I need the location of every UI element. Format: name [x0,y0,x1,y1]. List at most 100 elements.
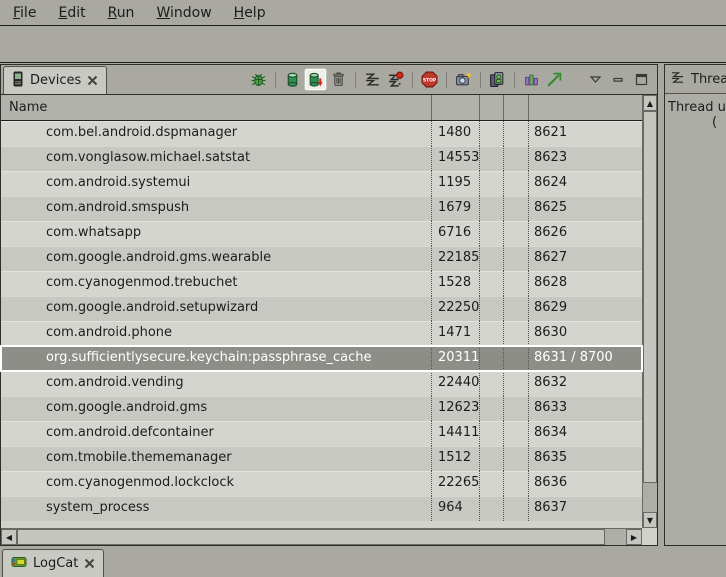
row-name: system_process [1,496,432,521]
profiling-bars-button[interactable] [521,69,542,90]
devices-toolbar: STOP [248,65,652,94]
row-port: 8628 [529,271,642,296]
scroll-left-button[interactable]: ◀ [1,529,17,545]
table-row[interactable]: com.android.vending224408632 [1,371,642,396]
row-name: com.bel.android.dspmanager [1,121,432,146]
screen-capture-button[interactable] [453,69,474,90]
row-name: com.tmobile.thememanager [1,446,432,471]
table-row[interactable]: com.google.android.gms126238633 [1,396,642,421]
row-port: 8637 [529,496,642,521]
menu-window[interactable]: Window [145,2,222,24]
tab-logcat-label: LogCat [33,556,78,571]
horizontal-scrollbar[interactable]: ◀ ▶ [1,528,642,545]
table-row[interactable]: com.bel.android.dspmanager14808621 [1,121,642,146]
start-tracing-button[interactable] [544,69,565,90]
cause-gc-button[interactable] [328,69,349,90]
menu-file-label: ile [20,5,36,21]
table-row[interactable]: com.google.android.gms.wearable221858627 [1,246,642,271]
stop-process-button[interactable]: STOP [419,69,440,90]
menu-help[interactable]: Help [223,2,277,24]
threads-panel: Threads Thread up ( [664,64,726,546]
table-row[interactable]: com.android.phone14718630 [1,321,642,346]
menu-file[interactable]: File [2,2,47,24]
view-menu-icon [589,73,602,86]
column-header-empty[interactable] [480,95,504,120]
menu-edit[interactable]: Edit [47,2,96,24]
row-empty-cell [480,421,504,446]
column-header-port[interactable] [529,95,642,120]
close-icon[interactable] [87,75,98,86]
table-row[interactable]: org.sufficientlysecure.keychain:passphra… [1,346,642,371]
update-threads-icon [364,71,381,88]
row-pid: 1480 [432,121,480,146]
vertical-scroll-thumb[interactable] [643,111,657,483]
row-empty-cell [504,246,529,271]
table-row[interactable]: com.google.android.setupwizard222508629 [1,296,642,321]
row-name: com.cyanogenmod.lockclock [1,471,432,496]
row-name: com.android.smspush [1,196,432,221]
table-header: Name [1,95,642,121]
row-empty-cell [504,221,529,246]
table-row[interactable]: com.android.defcontainer144118634 [1,421,642,446]
update-threads-button[interactable] [362,69,383,90]
scroll-up-button[interactable]: ▲ [643,95,657,111]
row-port: 8625 [529,196,642,221]
row-empty-cell [504,271,529,296]
row-empty-cell [480,271,504,296]
maximize-button[interactable] [631,69,652,90]
dump-hprof-button[interactable] [305,69,326,90]
row-empty-cell [480,496,504,521]
vertical-scrollbar[interactable]: ▲ ▼ [642,95,657,528]
row-pid: 964 [432,496,480,521]
device-phone-icon [12,71,24,91]
row-empty-cell [504,346,529,371]
menu-run-label: un [117,5,135,21]
scroll-down-button[interactable]: ▼ [643,512,657,528]
start-method-profiling-button[interactable] [385,69,406,90]
row-port: 8631 / 8700 [529,346,642,371]
horizontal-scroll-thumb[interactable] [17,529,605,545]
row-pid: 14553 [432,146,480,171]
tab-devices[interactable]: Devices [3,66,107,94]
update-heap-button[interactable] [282,69,303,90]
row-empty-cell [480,396,504,421]
menu-run-mnemonic: R [108,5,117,21]
table-row[interactable]: com.tmobile.thememanager15128635 [1,446,642,471]
threads-tabbar: Threads [665,65,726,94]
tab-threads-label[interactable]: Threads [691,72,726,87]
table-row[interactable]: com.vonglasow.michael.satstat145538623 [1,146,642,171]
row-pid: 12623 [432,396,480,421]
close-icon[interactable] [84,558,95,569]
row-port: 8626 [529,221,642,246]
row-name: com.android.defcontainer [1,421,432,446]
menu-run[interactable]: Run [97,2,146,24]
minimize-button[interactable] [608,69,629,90]
table-row[interactable]: com.whatsapp67168626 [1,221,642,246]
column-header-pid[interactable] [432,95,480,120]
view-menu-button[interactable] [585,69,606,90]
row-pid: 20311 [432,346,480,371]
scroll-right-button[interactable]: ▶ [626,529,642,545]
menu-edit-mnemonic: E [58,5,67,21]
toolbar-separator [275,72,276,88]
row-name: com.google.android.gms.wearable [1,246,432,271]
device-screens-button[interactable] [487,69,508,90]
table-row[interactable]: com.android.smspush16798625 [1,196,642,221]
table-row[interactable]: com.cyanogenmod.lockclock222658636 [1,471,642,496]
column-header-name[interactable]: Name [1,95,432,120]
toolbar-separator [446,72,447,88]
stop-process-icon: STOP [421,71,438,88]
row-pid: 6716 [432,221,480,246]
row-pid: 1512 [432,446,480,471]
row-port: 8634 [529,421,642,446]
column-header-empty[interactable] [504,95,529,120]
table-row[interactable]: com.cyanogenmod.trebuchet15288628 [1,271,642,296]
debug-process-button[interactable] [248,69,269,90]
row-empty-cell [504,196,529,221]
row-empty-cell [504,396,529,421]
table-row[interactable]: com.android.systemui11958624 [1,171,642,196]
table-row[interactable]: system_process964 8637 [1,496,642,521]
menu-help-label: elp [244,5,265,21]
row-port: 8633 [529,396,642,421]
tab-logcat[interactable]: LogCat [2,549,104,577]
